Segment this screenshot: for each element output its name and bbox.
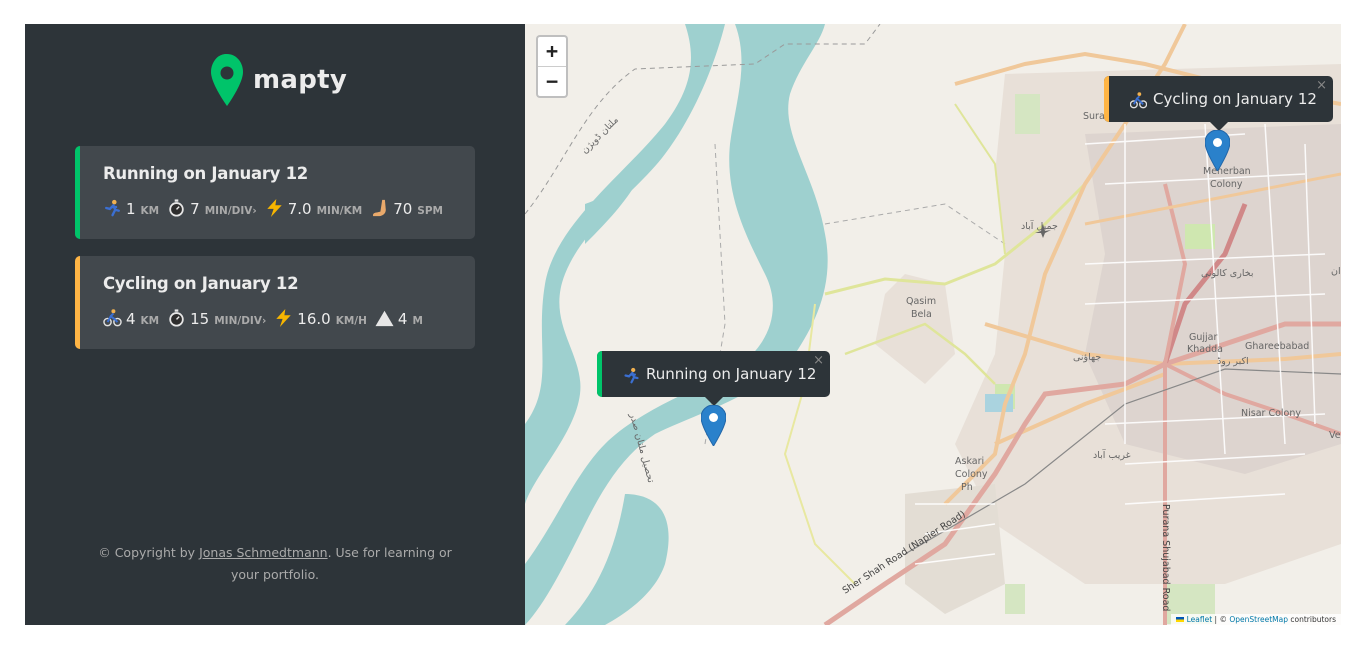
map-label: Qasim bbox=[906, 296, 936, 307]
workout-distance: 4 KM bbox=[103, 306, 165, 328]
map-label: Gujjar bbox=[1189, 332, 1217, 343]
zoom-control: + − bbox=[536, 35, 568, 98]
map-label: Ve bbox=[1329, 430, 1341, 441]
app-container: mapty Running on January 12 1 KM 7 MIN/D… bbox=[25, 24, 1341, 625]
map-attribution: Leaflet | © OpenStreetMap contributors bbox=[1171, 614, 1341, 625]
author-link[interactable]: Jonas Schmedtmann bbox=[199, 545, 328, 560]
map-label: Sura bbox=[1083, 111, 1105, 122]
lightning-icon bbox=[267, 199, 282, 217]
app-name: mapty bbox=[253, 65, 348, 95]
map-label: غریب آباد bbox=[1093, 448, 1131, 461]
workout-duration: 15 MIN/div› bbox=[167, 306, 272, 328]
map-label: Ph bbox=[961, 482, 973, 493]
running-icon bbox=[105, 199, 120, 217]
workout-pace: 7.0 MIN/KM bbox=[265, 196, 368, 218]
map-label: Colony bbox=[955, 469, 988, 480]
popup-text: Running on January 12 bbox=[646, 365, 817, 383]
stopwatch-icon bbox=[169, 309, 184, 327]
workout-title: Running on January 12 bbox=[103, 164, 308, 183]
map-label: ان bbox=[1331, 266, 1341, 277]
workout-speed: 16.0 KM/H bbox=[274, 306, 373, 328]
workout-color-bar bbox=[75, 256, 80, 349]
mountain-icon bbox=[375, 310, 394, 327]
map-label: جمیل آباد bbox=[1021, 219, 1058, 232]
workout-title: Cycling on January 12 bbox=[103, 274, 299, 293]
map-marker-running[interactable] bbox=[701, 405, 726, 446]
popup-running[interactable]: Running on January 12 × bbox=[597, 351, 830, 406]
map-label: Nisar Colony bbox=[1241, 408, 1301, 419]
ukraine-flag-icon bbox=[1176, 617, 1185, 622]
workout-cadence: 70 SPM bbox=[370, 196, 449, 218]
map-label: جھاؤنی bbox=[1073, 352, 1101, 363]
popup-close-button[interactable]: × bbox=[813, 353, 824, 368]
cycling-icon bbox=[103, 309, 122, 327]
map-label: Colony bbox=[1210, 179, 1243, 190]
popup-text: Cycling on January 12 bbox=[1153, 90, 1317, 108]
map-pin-logo-icon bbox=[211, 54, 243, 106]
workout-details: 4 KM 15 MIN/div› bbox=[103, 306, 475, 328]
logo: mapty bbox=[211, 54, 347, 106]
popup-color-bar bbox=[597, 351, 602, 397]
map-label: بخاری کالونی bbox=[1201, 268, 1254, 279]
road-label: Purana Shujabad Road bbox=[1160, 504, 1171, 611]
lightning-icon bbox=[276, 309, 291, 327]
workout-details: 1 KM 7 MIN/div› bbox=[103, 196, 475, 218]
sidebar: mapty Running on January 12 1 KM 7 MIN/D… bbox=[25, 24, 525, 625]
map-label: اکبر روڈ bbox=[1217, 356, 1249, 367]
map-label: Ghareebabad bbox=[1245, 341, 1309, 352]
foot-icon bbox=[373, 199, 386, 217]
zoom-out-button[interactable]: − bbox=[538, 67, 566, 97]
map-label: Bela bbox=[911, 309, 932, 320]
popup-close-button[interactable]: × bbox=[1316, 78, 1327, 93]
workout-list: Running on January 12 1 KM 7 MIN/DIV› 7.… bbox=[75, 146, 475, 366]
workout-card-running[interactable]: Running on January 12 1 KM 7 MIN/DIV› 7.… bbox=[75, 146, 475, 239]
stopwatch-icon bbox=[169, 199, 184, 217]
map-marker-cycling[interactable] bbox=[1205, 130, 1230, 171]
map-label: Askari bbox=[955, 456, 984, 467]
zoom-in-button[interactable]: + bbox=[538, 37, 566, 67]
leaflet-link[interactable]: Leaflet bbox=[1187, 615, 1213, 624]
map-label: Khadda bbox=[1187, 344, 1223, 355]
cycling-icon bbox=[1130, 91, 1147, 108]
workout-duration: 7 MIN/div› bbox=[167, 196, 263, 218]
workout-elevation: 4 M bbox=[375, 306, 429, 328]
copyright: © Copyright by Jonas Schmedtmann. Use fo… bbox=[98, 545, 452, 582]
workout-color-bar bbox=[75, 146, 80, 239]
map[interactable]: Sura Meherban Colony Qasim Bela Gujjar K… bbox=[525, 24, 1341, 625]
osm-link[interactable]: OpenStreetMap bbox=[1229, 615, 1288, 624]
workout-distance: 1 KM bbox=[103, 196, 165, 218]
workout-card-cycling[interactable]: Cycling on January 12 4 KM 15 MIN/DIV› 1… bbox=[75, 256, 475, 349]
running-icon bbox=[624, 367, 639, 383]
popup-cycling[interactable]: Cycling on January 12 × bbox=[1104, 76, 1333, 131]
popup-color-bar bbox=[1104, 76, 1109, 122]
